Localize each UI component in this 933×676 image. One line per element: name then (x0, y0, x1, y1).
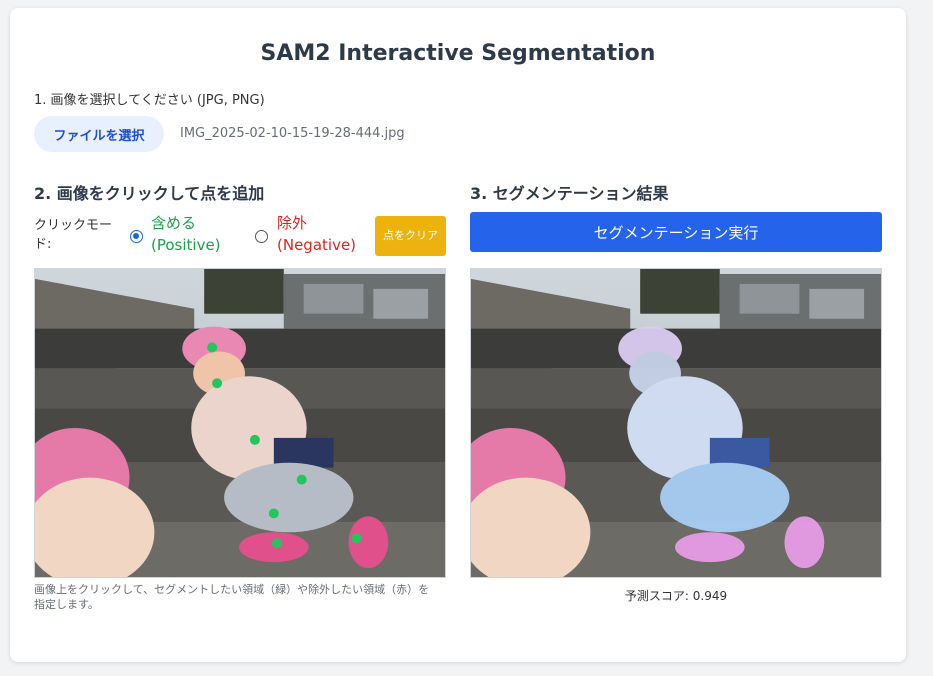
positive-radio[interactable] (130, 230, 143, 243)
click-mode-label: クリックモード: (34, 218, 113, 252)
step1-label: 1. 画像を選択してください (JPG, PNG) (34, 93, 265, 108)
positive-option-label[interactable]: 含める (Positive) (151, 212, 231, 256)
positive-point[interactable] (351, 533, 362, 544)
click-hint-text: 画像上をクリックして、セグメントしたい領域（緑）や除外したい領域（赤）を指定しま… (34, 583, 430, 611)
step3-heading: 3. セグメンテーション結果 (470, 184, 669, 203)
input-photo[interactable] (35, 269, 445, 577)
negative-radio[interactable] (255, 230, 268, 243)
prediction-score: 予測スコア: 0.949 (624, 589, 728, 603)
main-card: SAM2 Interactive Segmentation 1. 画像を選択して… (10, 8, 906, 662)
positive-point[interactable] (212, 378, 223, 389)
choose-file-button[interactable]: ファイルを選択 (34, 116, 164, 152)
positive-point[interactable] (268, 508, 279, 519)
selected-file-name: IMG_2025-02-10-15-19-28-444.jpg (180, 126, 405, 141)
run-segmentation-button[interactable]: セグメンテーション実行 (470, 212, 882, 252)
result-image (470, 268, 882, 578)
clear-points-button[interactable]: 点をクリア (375, 216, 446, 256)
page-title: SAM2 Interactive Segmentation (260, 41, 656, 66)
step2-heading: 2. 画像をクリックして点を追加 (34, 184, 265, 203)
positive-point[interactable] (271, 538, 282, 549)
positive-point[interactable] (296, 474, 307, 485)
positive-point[interactable] (249, 434, 260, 445)
result-photo (471, 269, 881, 577)
input-image-canvas[interactable] (34, 268, 446, 578)
positive-point[interactable] (207, 342, 218, 353)
negative-option-label[interactable]: 除外 (Negative) (277, 212, 357, 256)
